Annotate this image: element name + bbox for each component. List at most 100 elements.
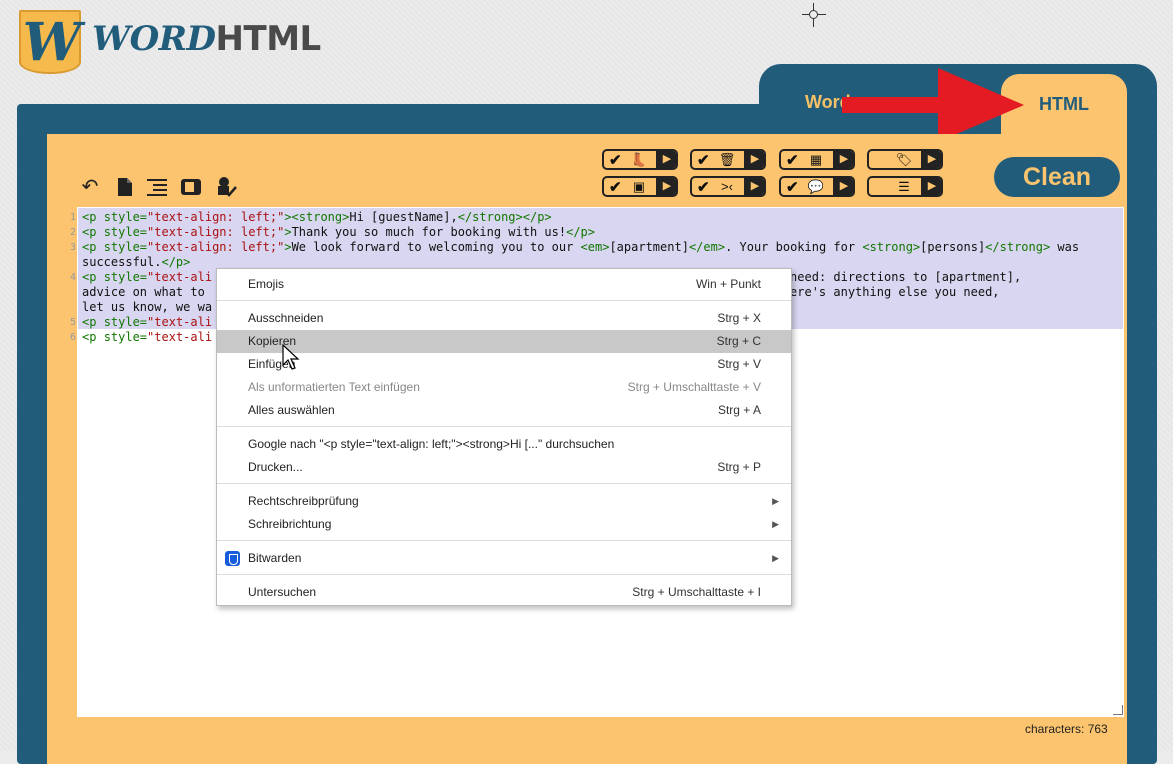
- remove-inline-styles-button[interactable]: ✔ 👢 ▶: [602, 149, 678, 170]
- line-number: 2: [69, 227, 76, 238]
- code-token: </p>: [566, 225, 596, 239]
- code-token: style=: [103, 240, 148, 254]
- code-token: "text-ali: [147, 330, 213, 344]
- crosshair-cursor-icon: [802, 3, 826, 27]
- code-token: [persons]: [920, 240, 986, 254]
- comment-icon: 💬: [807, 178, 825, 194]
- line-number: [60, 285, 76, 300]
- bitwarden-icon: [225, 551, 240, 566]
- lines-icon: ☰: [898, 178, 910, 194]
- code-token: </strong>: [985, 240, 1051, 254]
- code-token: was: [1050, 240, 1080, 254]
- code-token: . Your booking for: [725, 240, 863, 254]
- code-token: style=: [103, 210, 148, 224]
- line-number: [60, 300, 76, 315]
- submenu-arrow-icon: ▶: [772, 553, 779, 563]
- mouse-pointer-icon: [282, 344, 300, 370]
- code-token: </strong></p>: [457, 210, 552, 224]
- menu-item-paste-plain[interactable]: Als unformatierten Text einfügen Strg + U…: [217, 376, 791, 399]
- line-number: 4: [69, 272, 76, 283]
- code-token: style=: [103, 225, 148, 239]
- code-token: <em>: [580, 240, 610, 254]
- code-token: [apartment]: [609, 240, 689, 254]
- menu-item-cut[interactable]: Ausschneiden Strg + X: [217, 307, 791, 330]
- remove-empty-button[interactable]: ✔ >‹ ▶: [690, 176, 766, 197]
- table-icon: ▦: [809, 151, 823, 167]
- code-token: let us know, we wa: [82, 300, 213, 314]
- menu-item-inspect[interactable]: Untersuchen Strg + Umschalttaste + I: [217, 581, 791, 604]
- remove-tables-button[interactable]: ✔ ▦ ▶: [779, 149, 855, 170]
- code-token: style=: [103, 315, 148, 329]
- code-token: <p: [82, 270, 104, 284]
- logo-word: WORD: [92, 19, 216, 59]
- code-token: </p>: [161, 255, 191, 269]
- resize-handle[interactable]: [1113, 705, 1123, 715]
- line-number: 6: [69, 332, 76, 343]
- code-token: <p: [82, 225, 104, 239]
- line-number: 1: [69, 212, 76, 223]
- code-token: <p: [82, 240, 104, 254]
- line-number-gutter: 1 2 3 4 5 6: [60, 210, 76, 345]
- logo-text[interactable]: WORDHTML: [92, 18, 321, 60]
- code-token: successful.: [82, 255, 162, 269]
- remove-comments-button[interactable]: ✔ 💬 ▶: [779, 176, 855, 197]
- menu-item-paste[interactable]: Einfügen Strg + V: [217, 353, 791, 376]
- logo-w: W: [22, 12, 82, 73]
- logo-badge[interactable]: W: [19, 10, 81, 74]
- image-icon: ▣: [632, 178, 646, 194]
- menu-item-select-all[interactable]: Alles auswählen Strg + A: [217, 399, 791, 422]
- code-token: We look forward to welcoming you to our: [291, 240, 581, 254]
- clean-button[interactable]: Clean: [994, 157, 1120, 197]
- menu-item-emojis[interactable]: Emojis Win + Punkt: [217, 273, 791, 296]
- collapse-icon: >‹: [721, 179, 733, 194]
- code-token: "text-ali: [147, 315, 213, 329]
- code-token: <p: [82, 330, 104, 344]
- remove-images-button[interactable]: ✔ ▣ ▶: [602, 176, 678, 197]
- code-line: <p style="text-align: left;"><strong>Hi …: [82, 210, 1122, 225]
- code-token: style=: [103, 330, 148, 344]
- submenu-arrow-icon: ▶: [772, 496, 779, 506]
- remove-classes-button[interactable]: ✔ 🗑 ▶: [690, 149, 766, 170]
- remove-formatting-button[interactable]: ☰ ▶: [867, 176, 943, 197]
- code-line: <p style="text-align: left;">We look for…: [82, 240, 1122, 255]
- menu-item-bitwarden[interactable]: Bitwarden ▶: [217, 547, 791, 570]
- line-number: 5: [69, 317, 76, 328]
- code-token: "text-align: left;": [147, 210, 285, 224]
- logo-html: HTML: [215, 19, 322, 59]
- menu-item-print[interactable]: Drucken... Strg + P: [217, 456, 791, 479]
- align-icon[interactable]: [146, 177, 168, 197]
- remove-tags-button[interactable]: 🏷 ▶: [867, 149, 943, 170]
- fullscreen-icon[interactable]: [180, 177, 202, 197]
- paste-clean-icon[interactable]: [214, 175, 238, 199]
- trash-icon: 🗑: [718, 151, 736, 167]
- submenu-arrow-icon: ▶: [772, 519, 779, 529]
- sample-label[interactable]: Sample: [54, 743, 97, 757]
- code-token: <strong>: [862, 240, 921, 254]
- code-token: >: [284, 240, 292, 254]
- code-token: "text-align: left;": [147, 240, 285, 254]
- red-arrow-annotation: [842, 68, 1024, 142]
- shoe-icon: 👢: [630, 151, 648, 167]
- line-number: 3: [69, 242, 76, 253]
- code-token: style=: [103, 270, 148, 284]
- code-token: >: [284, 225, 292, 239]
- code-token: Thank you so much for booking with us!: [291, 225, 567, 239]
- code-token: "text-align: left;": [147, 225, 285, 239]
- menu-item-writing-direction[interactable]: Schreibrichtung ▶: [217, 513, 791, 536]
- code-token: Hi [guestName],: [349, 210, 458, 224]
- line-number: [60, 255, 76, 270]
- menu-item-google-search[interactable]: Google nach "<p style="text-align: left;…: [217, 433, 791, 456]
- undo-icon[interactable]: ↶: [78, 176, 102, 198]
- code-token: </em>: [688, 240, 726, 254]
- code-token: advice on what to: [82, 285, 205, 299]
- code-line: <p style="text-align: left;">Thank you s…: [82, 225, 1122, 240]
- code-token: <p: [82, 210, 104, 224]
- code-token: "text-ali: [147, 270, 213, 284]
- menu-item-spellcheck[interactable]: Rechtschreibprüfung ▶: [217, 490, 791, 513]
- menu-item-copy[interactable]: Kopieren Strg + C: [217, 330, 791, 353]
- context-menu: Emojis Win + Punkt Ausschneiden Strg + X K…: [216, 268, 792, 606]
- tag-icon: 🏷: [895, 151, 913, 167]
- character-count: characters: 763: [1025, 722, 1108, 736]
- code-token: ><strong>: [284, 210, 350, 224]
- new-document-icon[interactable]: [115, 177, 135, 197]
